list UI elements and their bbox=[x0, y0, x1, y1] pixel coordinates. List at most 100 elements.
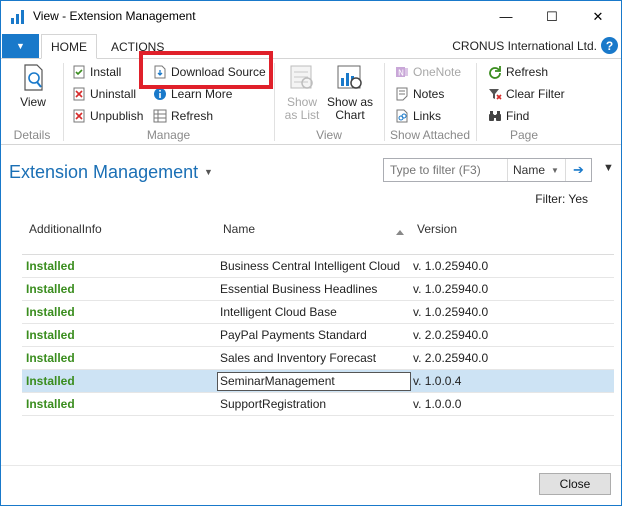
table-row[interactable]: Installed SupportRegistration v. 1.0.0.0 bbox=[22, 393, 614, 416]
filter-status: Filter: Yes bbox=[535, 192, 588, 206]
find-label: Find bbox=[506, 109, 530, 123]
group-label-view: View bbox=[316, 128, 342, 142]
column-header-name[interactable]: Name bbox=[223, 222, 255, 236]
company-name[interactable]: CRONUS International Ltd. bbox=[452, 39, 597, 53]
show-as-chart-icon bbox=[337, 65, 362, 89]
filter-box: Name ▼ ➔ bbox=[383, 158, 592, 182]
unpublish-button[interactable]: Unpublish bbox=[71, 108, 143, 124]
version-cell: v. 1.0.0.0 bbox=[413, 397, 462, 411]
show-as-chart-button[interactable]: Show as Chart bbox=[325, 63, 375, 122]
minimize-button[interactable]: — bbox=[483, 1, 529, 32]
status-cell[interactable]: Installed bbox=[26, 351, 75, 365]
view-icon bbox=[24, 64, 43, 91]
footer-divider bbox=[1, 465, 621, 466]
show-as-list-button[interactable]: Show as List bbox=[284, 63, 320, 122]
install-icon bbox=[71, 64, 87, 80]
version-cell: v. 1.0.25940.0 bbox=[413, 259, 489, 273]
name-cell: Intelligent Cloud Base bbox=[220, 305, 337, 319]
table-row[interactable]: Installed Sales and Inventory Forecast v… bbox=[22, 347, 614, 370]
table-row[interactable]: Installed Business Central Intelligent C… bbox=[22, 255, 614, 278]
clear-filter-icon bbox=[487, 86, 503, 102]
notes-label: Notes bbox=[413, 87, 445, 101]
notes-icon bbox=[394, 86, 410, 102]
onenote-button[interactable]: N OneNote bbox=[394, 64, 461, 80]
unpublish-label: Unpublish bbox=[90, 109, 144, 123]
status-cell[interactable]: Installed bbox=[26, 328, 75, 342]
status-cell[interactable]: Installed bbox=[26, 305, 75, 319]
learn-more-label: Learn More bbox=[171, 87, 233, 101]
links-label: Links bbox=[413, 109, 442, 123]
clear-filter-button[interactable]: Clear Filter bbox=[487, 86, 565, 102]
filter-field-select[interactable]: Name ▼ bbox=[507, 159, 565, 181]
table-row[interactable]: Installed Essential Business Headlines v… bbox=[22, 278, 614, 301]
refresh-icon bbox=[152, 108, 168, 124]
group-label-page: Page bbox=[509, 128, 539, 142]
ribbon-tab-row: ▼ HOME ACTIONS CRONUS International Ltd.… bbox=[1, 34, 621, 59]
clear-filter-label: Clear Filter bbox=[506, 87, 565, 101]
table-row[interactable]: Installed PayPal Payments Standard v. 2.… bbox=[22, 324, 614, 347]
version-cell: v. 2.0.25940.0 bbox=[413, 351, 489, 365]
refresh-icon bbox=[487, 64, 503, 80]
arrow-right-icon[interactable]: ➔ bbox=[565, 159, 591, 181]
filter-field-label: Name bbox=[513, 163, 546, 177]
manage-refresh-button[interactable]: Refresh bbox=[152, 108, 213, 124]
status-cell[interactable]: Installed bbox=[26, 282, 75, 296]
name-cell: PayPal Payments Standard bbox=[220, 328, 367, 342]
version-cell: v. 1.0.0.4 bbox=[413, 374, 462, 388]
ribbon: View Details Install Uninstall Unpublish… bbox=[1, 58, 621, 145]
page-title[interactable]: Extension Management bbox=[9, 162, 198, 183]
window-title: View - Extension Management bbox=[33, 9, 196, 23]
install-label: Install bbox=[90, 65, 122, 79]
onenote-label: OneNote bbox=[413, 65, 462, 79]
name-cell: Sales and Inventory Forecast bbox=[220, 351, 377, 365]
view-button[interactable]: View bbox=[11, 63, 55, 109]
uninstall-icon bbox=[71, 86, 87, 102]
install-button[interactable]: Install bbox=[71, 64, 121, 80]
maximize-button[interactable]: ☐ bbox=[529, 1, 575, 32]
find-button[interactable]: Find bbox=[487, 108, 529, 124]
name-cell: Business Central Intelligent Cloud bbox=[220, 259, 401, 273]
version-cell: v. 2.0.25940.0 bbox=[413, 328, 489, 342]
close-button[interactable]: Close bbox=[539, 473, 611, 495]
app-icon bbox=[11, 10, 24, 24]
close-window-button[interactable]: ✕ bbox=[575, 1, 621, 32]
tab-home[interactable]: HOME bbox=[41, 34, 97, 59]
status-cell[interactable]: Installed bbox=[26, 374, 75, 388]
status-cell[interactable]: Installed bbox=[26, 397, 75, 411]
table-row[interactable]: Installed Intelligent Cloud Base v. 1.0.… bbox=[22, 301, 614, 324]
manage-refresh-label: Refresh bbox=[171, 109, 214, 123]
page-refresh-label: Refresh bbox=[506, 65, 549, 79]
column-header-version[interactable]: Version bbox=[417, 222, 457, 236]
name-cell: SupportRegistration bbox=[220, 397, 327, 411]
filter-input[interactable] bbox=[384, 159, 507, 181]
title-bar: View - Extension Management — ☐ ✕ bbox=[1, 1, 621, 32]
highlight-box bbox=[139, 51, 273, 89]
version-cell: v. 1.0.25940.0 bbox=[413, 282, 489, 296]
column-header-additional-info[interactable]: AdditionalInfo bbox=[29, 222, 102, 236]
links-icon bbox=[394, 108, 410, 124]
group-label-details: Details bbox=[13, 128, 51, 142]
show-as-chart-label-2: Chart bbox=[335, 108, 365, 122]
table-row-selected[interactable]: Installed SeminarManagement v. 1.0.0.4 bbox=[22, 370, 614, 393]
sort-ascending-icon bbox=[396, 230, 404, 235]
name-cell: SeminarManagement bbox=[220, 374, 335, 388]
notes-button[interactable]: Notes bbox=[394, 86, 444, 102]
chevron-down-icon: ▼ bbox=[551, 165, 559, 175]
page-refresh-button[interactable]: Refresh bbox=[487, 64, 548, 80]
extension-management-window: View - Extension Management — ☐ ✕ ▼ HOME… bbox=[0, 0, 622, 506]
chevron-down-icon[interactable]: ▼ bbox=[204, 167, 213, 177]
app-menu-button[interactable]: ▼ bbox=[2, 34, 39, 58]
unpublish-icon bbox=[71, 108, 87, 124]
name-cell: Essential Business Headlines bbox=[220, 282, 378, 296]
help-icon[interactable]: ? bbox=[601, 37, 618, 54]
uninstall-button[interactable]: Uninstall bbox=[71, 86, 136, 102]
status-cell[interactable]: Installed bbox=[26, 259, 75, 273]
show-as-list-icon bbox=[290, 65, 313, 89]
onenote-icon: N bbox=[394, 64, 410, 80]
links-button[interactable]: Links bbox=[394, 108, 441, 124]
group-label-manage: Manage bbox=[146, 128, 191, 142]
binoculars-icon bbox=[487, 108, 503, 124]
version-cell: v. 1.0.25940.0 bbox=[413, 305, 489, 319]
collapse-chevron-icon[interactable]: ▼ bbox=[603, 162, 614, 174]
show-as-list-label-2: as List bbox=[284, 108, 320, 122]
